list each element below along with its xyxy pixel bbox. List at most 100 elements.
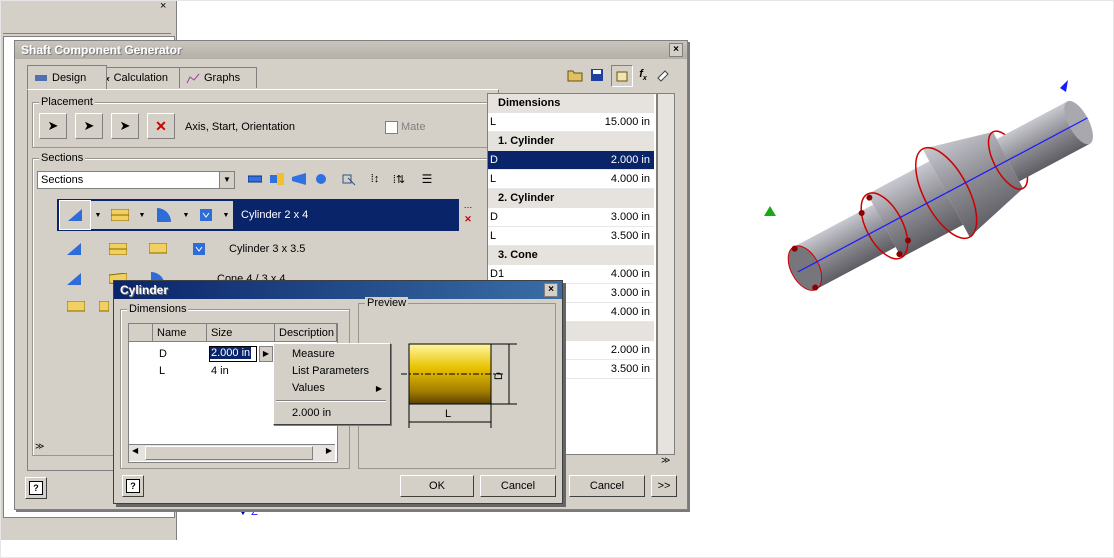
dimension-group-title: 3. Cone [488,246,654,265]
collapse-icon[interactable]: ≫ [35,441,44,452]
insert-features-icon[interactable] [341,171,357,187]
menu-item-list-parameters[interactable]: List Parameters [274,363,388,380]
section-row[interactable]: Cylinder 3 x 3.5 [57,233,477,265]
grid-hscrollbar[interactable]: ◀ ▶ [129,444,335,461]
chevron-down-icon[interactable]: ▼ [179,201,193,229]
scroll-right-icon[interactable]: ▶ [326,446,332,455]
dimension-value: 4.000 in [610,306,650,318]
param-size-input[interactable]: 2.000 in [209,346,257,362]
context-menu: Measure List Parameters Values ▶ 2.000 i… [273,343,391,425]
menu-item-recent-value[interactable]: 2.000 in [274,405,388,422]
section-feature-icon[interactable] [99,301,109,313]
param-name: D [159,348,167,360]
dimension-row[interactable]: L 15.000 in [488,113,654,132]
start-select-button[interactable]: ➤ [75,113,103,139]
ok-button[interactable]: OK [400,475,474,497]
list-icon[interactable]: ☰ [419,171,435,187]
submenu-arrow-icon: ▶ [375,384,382,393]
section-feature-icon[interactable] [105,201,135,229]
chevron-down-icon[interactable]: ▼ [135,201,149,229]
dimension-row[interactable]: D 2.000 in [488,151,654,170]
start-feature-icon[interactable] [67,273,81,285]
main-cancel-button[interactable]: Cancel [569,475,645,497]
scroll-left-icon[interactable]: ◀ [132,446,138,455]
section-feature-icon[interactable] [67,301,85,313]
dimension-key: D [490,154,498,166]
dimension-group-title: 1. Cylinder [488,132,654,151]
tab-design[interactable]: Design [27,65,107,89]
dimensions-scrollbar[interactable] [657,93,675,455]
close-icon[interactable]: × [544,283,558,297]
shaft-3d-model[interactable] [700,40,1100,300]
cursor-arrow-icon: ➤ [83,118,95,133]
fx-icon[interactable]: fx [635,67,651,83]
column-header-size[interactable]: Size [207,324,275,342]
help-button[interactable]: ? [122,475,144,497]
menu-item-measure[interactable]: Measure [274,346,388,363]
mate-checkbox[interactable] [385,121,398,134]
help-icon: ? [126,479,140,493]
param-size-value: 2.000 in [210,347,252,359]
add-cone-icon[interactable] [269,171,285,187]
close-icon[interactable]: × [669,43,683,57]
add-cylinder-icon[interactable] [247,171,263,187]
dimension-row[interactable]: D 3.000 in [488,208,654,227]
section-row[interactable]: ▼ ▼ ▼ ▼ Cylinder 2 x 4 … ✕ [57,199,477,231]
tab-calculation[interactable]: fx Calculation [95,67,189,88]
more-button[interactable]: >> [651,475,677,497]
dimension-value: 4.000 in [610,173,650,185]
save-icon[interactable] [589,67,605,83]
section-feature-icon[interactable] [109,243,127,255]
clear-placement-button[interactable]: ✕ [147,113,175,139]
sections-label: Sections [39,152,86,164]
section-options-icon[interactable] [193,243,205,255]
expand-icon[interactable]: ≫ [661,455,670,466]
section-row-actions: … ✕ [459,199,477,231]
eraser-icon[interactable] [655,67,671,83]
orientation-select-button[interactable]: ➤ [111,113,139,139]
tab-graphs[interactable]: Graphs [179,67,257,88]
more-options-icon[interactable]: … [459,199,477,214]
axis-arrow-blue-icon [1060,80,1068,92]
dimension-value: 2.000 in [610,154,650,166]
chevron-down-icon[interactable]: ▼ [91,201,105,229]
sections-combo[interactable]: Sections ▼ [37,171,235,189]
options-toggle-icon[interactable] [611,65,633,87]
section-row-label: Cylinder 3 x 3.5 [229,243,306,255]
preview-d-label: D [492,372,505,380]
end-feature-icon[interactable] [149,243,167,255]
start-feature-icon[interactable] [67,243,81,255]
section-options-icon[interactable] [193,201,219,229]
chevron-right-icon[interactable]: ▶ [259,346,273,362]
column-header-name[interactable]: Name [153,324,207,342]
bore-icon[interactable]: ⁞⇅ [391,171,407,187]
axis-select-button[interactable]: ➤ [39,113,67,139]
chevron-down-icon[interactable]: ▼ [219,201,233,229]
start-feature-icon[interactable] [59,200,91,230]
delete-section-icon[interactable]: ✕ [459,214,477,229]
end-feature-icon[interactable] [149,201,179,229]
param-size-value[interactable]: 4 in [211,365,229,377]
open-folder-icon[interactable] [567,67,583,83]
placement-group: Placement ➤ ➤ ➤ ✕ Axis, Start, Orientati… [32,96,494,148]
menu-item-values[interactable]: Values ▶ [274,380,388,397]
scroll-thumb[interactable] [145,446,313,460]
cancel-button[interactable]: Cancel [480,475,556,497]
cursor-arrow-icon: ➤ [119,118,131,133]
menu-item-values-label: Values [292,382,325,394]
add-polygon-icon[interactable] [291,171,307,187]
split-icon[interactable]: ⁞↕ [367,171,383,187]
add-chamfer-icon[interactable] [313,171,329,187]
dimension-value: 3.500 in [610,363,650,375]
panel-close-button[interactable]: × [160,0,166,12]
help-button[interactable]: ? [25,477,47,499]
dimension-row[interactable]: L 4.000 in [488,170,654,189]
dimension-group-title: 2. Cylinder [488,189,654,208]
dimension-row[interactable]: L 3.500 in [488,227,654,246]
delete-x-icon: ✕ [155,117,167,134]
mate-label: Mate [401,121,426,133]
chevron-down-icon: ▼ [219,172,234,188]
cylinder-titlebar: Cylinder × [114,281,562,299]
column-header-description[interactable]: Description [275,324,337,342]
dimension-value: 3.000 in [610,211,650,223]
